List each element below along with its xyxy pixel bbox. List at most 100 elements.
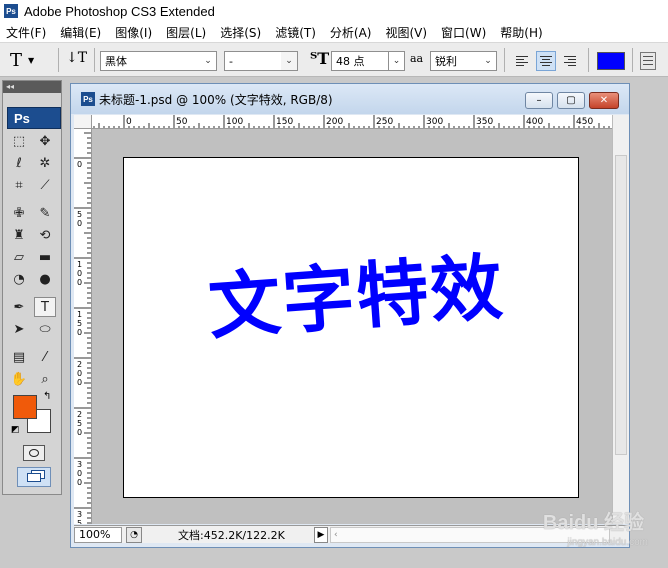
minimize-button[interactable]: – xyxy=(525,92,553,109)
marquee-tool-icon[interactable]: ⬚ xyxy=(8,131,30,151)
brush-tool-icon[interactable]: ✎ xyxy=(34,203,56,223)
menu-analysis[interactable]: 分析(A) xyxy=(323,24,379,41)
app-title-bar: Ps Adobe Photoshop CS3 Extended xyxy=(0,0,668,22)
menu-bar: 文件(F) 编辑(E) 图像(I) 图层(L) 选择(S) 滤镜(T) 分析(A… xyxy=(0,22,668,43)
menu-file[interactable]: 文件(F) xyxy=(0,24,53,41)
eyedropper-tool-icon[interactable]: ⁄ xyxy=(34,347,56,367)
default-colors-icon[interactable]: ◩ xyxy=(11,425,20,435)
antialias-icon: aa xyxy=(410,52,424,65)
app-title: Adobe Photoshop CS3 Extended xyxy=(24,3,215,19)
ruler-label: 0 xyxy=(77,328,82,337)
antialias-value: 锐利 xyxy=(435,55,457,68)
document-window: Ps 未标题-1.psd @ 100% (文字特效, RGB/8) – ▢ ✕ … xyxy=(70,83,630,548)
ruler-label: 0 xyxy=(77,478,82,487)
menu-help[interactable]: 帮助(H) xyxy=(493,24,549,41)
close-button[interactable]: ✕ xyxy=(589,92,619,109)
move-tool-icon[interactable]: ✥ xyxy=(34,131,56,151)
clone-stamp-tool-icon[interactable]: ♜ xyxy=(8,225,30,245)
ruler-label: 0 xyxy=(77,369,82,378)
vertical-scrollbar[interactable] xyxy=(612,115,629,524)
document-canvas[interactable]: 文字特效 xyxy=(123,157,579,498)
ruler-label: 100 xyxy=(226,117,243,127)
ruler-label: 0 xyxy=(77,160,82,169)
character-panel-icon[interactable] xyxy=(640,52,656,70)
menu-window[interactable]: 窗口(W) xyxy=(434,24,493,41)
ruler-label: 150 xyxy=(276,117,293,127)
ruler-label: 0 xyxy=(77,469,82,478)
dodge-tool-icon[interactable]: ● xyxy=(34,269,56,289)
swap-colors-icon[interactable]: ↰ xyxy=(43,391,51,402)
tools-panel-header[interactable]: ◂◂ xyxy=(3,81,61,93)
type-tool-icon: T xyxy=(10,49,23,71)
maximize-button[interactable]: ▢ xyxy=(557,92,585,109)
tool-preset-picker[interactable]: T ▼ xyxy=(10,49,54,71)
status-menu-arrow-icon[interactable]: ▶ xyxy=(314,526,328,543)
blur-tool-icon[interactable]: ◔ xyxy=(8,269,30,289)
history-brush-tool-icon[interactable]: ⟲ xyxy=(34,225,56,245)
ruler-label: 250 xyxy=(376,117,393,127)
ruler-label: 200 xyxy=(326,117,343,127)
tools-panel: ◂◂ Ps ⬚ ✥ ℓ ✲ ⌗ ⟋ ✙ ✎ ♜ ⟲ ▱ ▬ ◔ ● ✒ T ➤ ⬭ ▤ ⁄ ✋ ⌕ ↰ ◩ xyxy=(2,80,62,495)
options-bar: T ▼ ↓T 黑体 ⌄ - ⌄ ᵀT 48 点 ⌄ aa 锐利 ⌄ xyxy=(0,43,668,77)
vertical-ruler[interactable]: 050100150200250300350 xyxy=(74,129,92,524)
status-info-icon[interactable]: ◔ xyxy=(126,526,142,543)
ellipse-tool-icon[interactable]: ⬭ xyxy=(34,319,56,339)
ruler-origin[interactable] xyxy=(74,115,92,129)
ruler-label: 0 xyxy=(77,219,82,228)
menu-select[interactable]: 选择(S) xyxy=(213,24,268,41)
notes-tool-icon[interactable]: ▤ xyxy=(8,347,30,367)
quick-mask-icon xyxy=(29,449,39,457)
lasso-tool-icon[interactable]: ℓ xyxy=(8,153,30,173)
horizontal-ruler[interactable]: 0 50 100 150 200 250 300 350 400 450 xyxy=(92,115,612,129)
ruler-label: 5 xyxy=(77,519,82,524)
text-color-swatch[interactable] xyxy=(597,52,625,70)
path-selection-tool-icon[interactable]: ➤ xyxy=(8,319,30,339)
zoom-tool-icon[interactable]: ⌕ xyxy=(34,369,56,389)
text-orientation-icon[interactable]: ↓T xyxy=(66,50,87,70)
font-size-select[interactable]: 48 点 ⌄ xyxy=(331,51,405,71)
align-right-button[interactable] xyxy=(560,51,580,71)
chevron-down-icon: ⌄ xyxy=(281,52,297,70)
healing-brush-tool-icon[interactable]: ✙ xyxy=(8,203,30,223)
foreground-color-swatch[interactable] xyxy=(13,395,37,419)
photoshop-logo-icon[interactable]: Ps xyxy=(7,107,61,129)
menu-edit[interactable]: 编辑(E) xyxy=(53,24,108,41)
ruler-label: 0 xyxy=(77,278,82,287)
menu-filter[interactable]: 滤镜(T) xyxy=(268,24,323,41)
ruler-label: 3 xyxy=(77,510,82,519)
quick-mask-button[interactable] xyxy=(23,445,45,461)
menu-view[interactable]: 视图(V) xyxy=(378,24,434,41)
ruler-label: 0 xyxy=(77,269,82,278)
ruler-label: 1 xyxy=(77,310,82,319)
screen-mode-icon xyxy=(27,472,41,482)
screen-mode-button[interactable] xyxy=(17,467,51,487)
ruler-label: 3 xyxy=(77,460,82,469)
align-center-button[interactable] xyxy=(536,51,556,71)
ruler-label: 5 xyxy=(77,319,82,328)
antialias-select[interactable]: 锐利 ⌄ xyxy=(430,51,497,71)
slice-tool-icon[interactable]: ⟋ xyxy=(34,175,56,195)
ruler-label: 450 xyxy=(576,117,593,127)
font-style-select[interactable]: - ⌄ xyxy=(224,51,298,71)
canvas-area[interactable]: 文字特效 xyxy=(92,129,612,524)
magic-wand-tool-icon[interactable]: ✲ xyxy=(34,153,56,173)
font-family-select[interactable]: 黑体 ⌄ xyxy=(100,51,217,71)
hand-tool-icon[interactable]: ✋ xyxy=(8,369,30,389)
type-tool-icon[interactable]: T xyxy=(34,297,56,317)
pen-tool-icon[interactable]: ✒ xyxy=(8,297,30,317)
crop-tool-icon[interactable]: ⌗ xyxy=(8,175,30,195)
canvas-text-layer[interactable]: 文字特效 xyxy=(205,228,508,353)
menu-image[interactable]: 图像(I) xyxy=(108,24,159,41)
ruler-label: 2 xyxy=(77,410,82,419)
divider xyxy=(94,48,95,72)
document-title-bar[interactable]: Ps 未标题-1.psd @ 100% (文字特效, RGB/8) – ▢ ✕ xyxy=(71,84,629,114)
menu-layer[interactable]: 图层(L) xyxy=(159,24,213,41)
divider xyxy=(632,48,633,72)
gradient-tool-icon[interactable]: ▬ xyxy=(34,247,56,267)
vertical-scrollbar-thumb[interactable] xyxy=(615,155,627,455)
zoom-field[interactable]: 100% xyxy=(74,526,122,543)
divider xyxy=(504,48,505,72)
eraser-tool-icon[interactable]: ▱ xyxy=(8,247,30,267)
baidu-watermark-logo: Baidu 经验 xyxy=(542,512,644,534)
align-left-button[interactable] xyxy=(512,51,532,71)
